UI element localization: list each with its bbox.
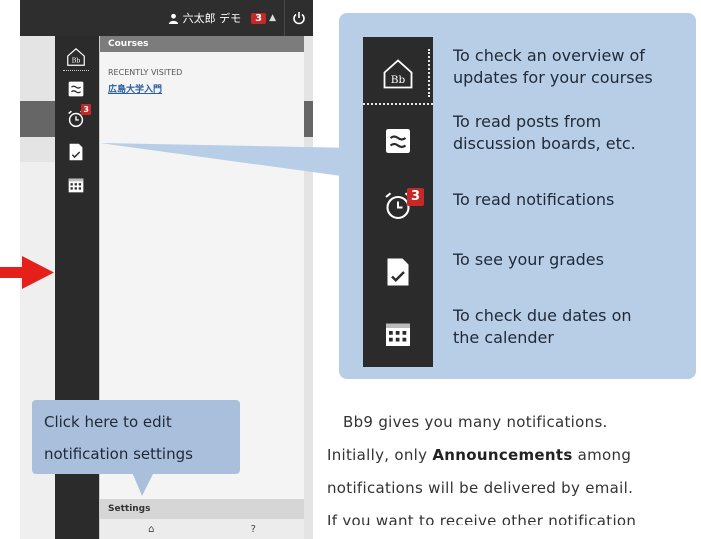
legend-text-line: the calender bbox=[453, 328, 554, 347]
background-page bbox=[20, 137, 60, 163]
legend-text-line: updates for your courses bbox=[453, 68, 653, 87]
body-line-2-post: among bbox=[572, 446, 632, 464]
callout-line-1: Click here to edit bbox=[44, 413, 172, 431]
alarm-clock-icon[interactable]: 3 bbox=[63, 104, 91, 132]
legend-text-line: discussion boards, etc. bbox=[453, 134, 636, 153]
announcements-term: Announcements bbox=[432, 446, 573, 464]
background-page bbox=[303, 36, 313, 101]
icon-legend-card: Bb 3 To check an overview of updates for… bbox=[339, 13, 696, 379]
home-icon[interactable]: ⌂ bbox=[148, 524, 154, 535]
course-link[interactable]: 広島大学入門 bbox=[108, 82, 304, 95]
background-page bbox=[303, 137, 313, 539]
body-line-2-pre: Initially, only bbox=[327, 446, 433, 464]
body-line-3: notifications will be delivered by email… bbox=[327, 479, 634, 497]
legend-text-grades: To see your grades bbox=[453, 249, 688, 271]
red-arrow-icon bbox=[0, 256, 54, 289]
blackboard-home-icon[interactable]: Bb bbox=[63, 44, 89, 71]
callout-line-2: notification settings bbox=[44, 445, 193, 463]
notification-body-text: Bb9 gives you many notifications. Initia… bbox=[327, 406, 699, 525]
background-page-band bbox=[303, 101, 313, 137]
alarm-clock-icon: 3 bbox=[363, 176, 433, 236]
legend-text-calendar: To check due dates on the calender bbox=[453, 305, 688, 349]
legend-text-overview: To check an overview of updates for your… bbox=[453, 45, 688, 89]
notification-badge: 3 bbox=[81, 104, 91, 115]
body-line-2: Initially, only Announcements among bbox=[327, 446, 631, 464]
legend-text-line: To see your grades bbox=[453, 250, 604, 269]
top-bar: 六太郎 デモ 3 ▲ bbox=[20, 0, 313, 36]
legend-text-line: To read posts from bbox=[453, 112, 602, 131]
notification-badge: 3 bbox=[407, 188, 425, 206]
background-page bbox=[20, 162, 60, 539]
body-line-4: If you want to receive other notificatio… bbox=[327, 512, 637, 525]
legend-text-line: To check an overview of bbox=[453, 46, 645, 65]
notification-count-badge[interactable]: 3 bbox=[251, 12, 267, 24]
legend-text-line: To check due dates on bbox=[453, 306, 632, 325]
calendar-icon bbox=[363, 304, 433, 364]
svg-text:Bb: Bb bbox=[72, 57, 81, 65]
blackboard-home-icon: Bb bbox=[363, 45, 433, 105]
background-page bbox=[20, 36, 60, 102]
recently-visited-label: RECENTLY VISITED bbox=[108, 68, 183, 77]
help-icon[interactable]: ? bbox=[251, 524, 256, 535]
callout-tail bbox=[132, 472, 154, 496]
discussion-icon bbox=[363, 111, 433, 171]
panel-header: Courses bbox=[100, 36, 304, 52]
power-icon[interactable] bbox=[285, 11, 313, 25]
body-line-1: Bb9 gives you many notifications. bbox=[343, 413, 608, 431]
legend-text-notifications: To read notifications bbox=[453, 189, 688, 211]
svg-text:Bb: Bb bbox=[391, 74, 406, 86]
grades-icon[interactable] bbox=[63, 139, 89, 165]
grades-icon bbox=[363, 242, 433, 302]
legend-text-line: To read notifications bbox=[453, 190, 615, 209]
calendar-icon[interactable] bbox=[63, 172, 89, 198]
caret-up-icon[interactable]: ▲ bbox=[269, 13, 276, 23]
user-menu[interactable]: 六太郎 デモ bbox=[168, 10, 242, 26]
discussion-icon[interactable] bbox=[63, 76, 89, 102]
user-icon bbox=[168, 13, 178, 24]
legend-icon-bar: Bb 3 bbox=[363, 37, 433, 367]
user-name: 六太郎 デモ bbox=[182, 12, 242, 25]
panel-footer: ⌂ ? bbox=[100, 519, 304, 539]
settings-button[interactable]: Settings bbox=[100, 499, 304, 519]
background-page-band bbox=[20, 101, 60, 138]
settings-callout: Click here to edit notification settings bbox=[32, 400, 240, 474]
legend-text-discussion: To read posts from discussion boards, et… bbox=[453, 111, 688, 155]
